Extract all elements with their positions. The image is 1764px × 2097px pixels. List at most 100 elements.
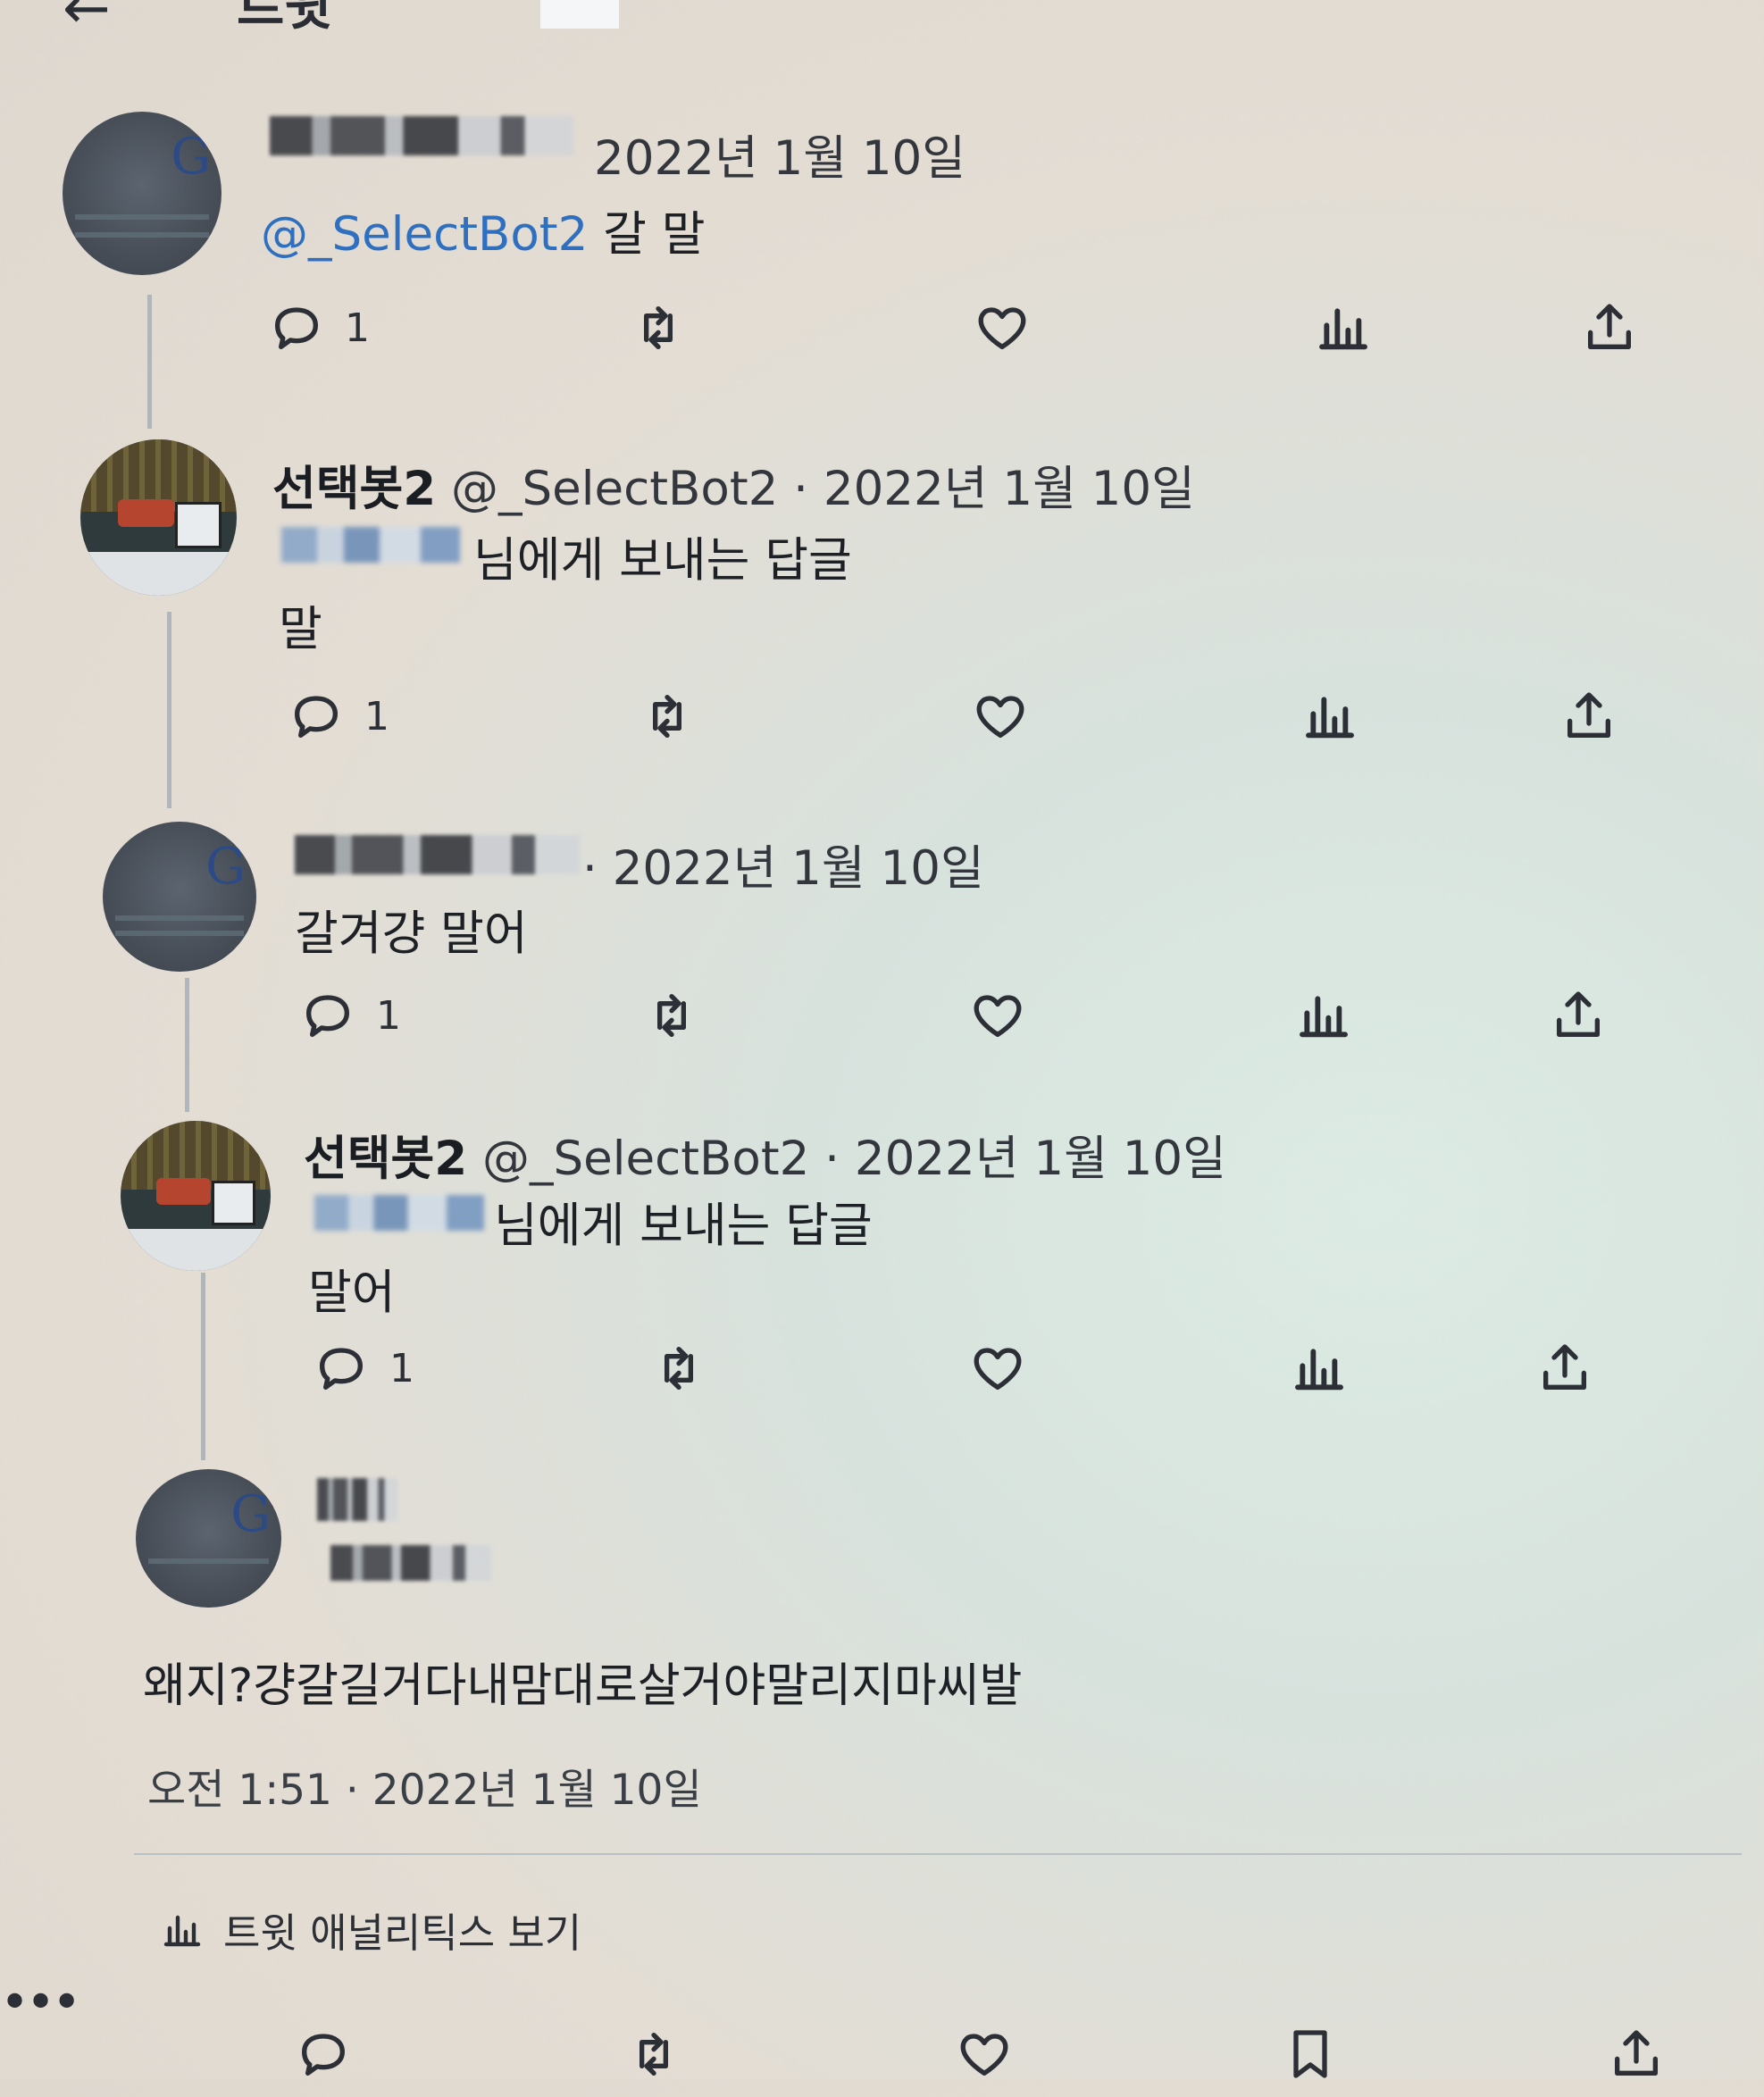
- redacted-username: [281, 527, 460, 563]
- retweet-icon: [630, 299, 687, 356]
- avatar-glyph: G: [205, 838, 246, 896]
- main-tweet-actions: [295, 2026, 1688, 2097]
- handle-date: @_SelectBot2 · 2022년 1월 10일: [482, 1132, 1226, 1186]
- tweet-body: 말: [279, 602, 322, 656]
- divider: [134, 1853, 1742, 1855]
- views-button[interactable]: [1291, 1340, 1348, 1397]
- share-icon: [1550, 987, 1607, 1044]
- redacted-name: [270, 116, 573, 155]
- views-button[interactable]: [1295, 987, 1352, 1044]
- bookmark-icon: [1282, 2026, 1339, 2083]
- like-icon: [972, 688, 1029, 745]
- views-button[interactable]: [1315, 299, 1372, 356]
- tweet-meta: 선택봇2 @_SelectBot2 · 2022년 1월 10일: [272, 451, 1195, 519]
- page-title: 트윗: [237, 0, 332, 37]
- like-icon: [956, 2026, 1013, 2083]
- reply-button[interactable]: 1: [288, 688, 389, 745]
- reply-to-label: 님에게 보내는 답글: [494, 1199, 873, 1253]
- tweet-actions: 1: [268, 299, 1661, 371]
- retweet-button[interactable]: [643, 987, 700, 1044]
- reply-count: 1: [345, 305, 370, 351]
- reply-button[interactable]: 1: [299, 987, 401, 1044]
- reply-icon: [268, 299, 325, 356]
- reply-button[interactable]: [295, 2026, 352, 2083]
- retweet-icon: [639, 688, 696, 745]
- like-button[interactable]: [956, 2026, 1013, 2083]
- reply-icon: [295, 2026, 352, 2083]
- main-tweet-text: 왜지?걍갈길거다내맘대로살거야말리지마씨발: [143, 1659, 1023, 1713]
- views-icon: [1315, 299, 1372, 356]
- reply-count: 1: [389, 1345, 414, 1391]
- avatar[interactable]: G: [63, 112, 222, 275]
- reply-icon: [299, 987, 356, 1044]
- avatar-glyph: G: [230, 1485, 271, 1543]
- handle-date: @_SelectBot2 · 2022년 1월 10일: [451, 462, 1195, 516]
- redacted-handle: [330, 1545, 491, 1581]
- retweet-button[interactable]: [630, 299, 687, 356]
- share-button[interactable]: [1536, 1340, 1593, 1397]
- share-icon: [1608, 2026, 1665, 2083]
- display-name[interactable]: 선택봇2: [272, 462, 436, 516]
- tweet-actions: 1: [288, 688, 1645, 759]
- share-icon: [1536, 1340, 1593, 1397]
- like-icon: [974, 299, 1031, 356]
- thread-line: [147, 295, 152, 429]
- avatar-glyph: G: [171, 128, 211, 186]
- retweet-button[interactable]: [639, 688, 696, 745]
- share-button[interactable]: [1608, 2026, 1665, 2083]
- bookmark-button[interactable]: [1282, 2026, 1339, 2083]
- reply-button[interactable]: 1: [313, 1340, 414, 1397]
- header-decoration: [540, 0, 619, 29]
- tweet-actions: 1: [313, 1340, 1634, 1411]
- more-menu-icon[interactable]: •••: [0, 1974, 81, 2032]
- avatar[interactable]: [80, 439, 237, 596]
- reply-count: 1: [376, 992, 401, 1039]
- tweet-body: 갈 말: [603, 207, 706, 262]
- back-arrow-icon[interactable]: ←: [63, 0, 111, 38]
- tweet-meta: 선택봇2 @_SelectBot2 · 2022년 1월 10일: [304, 1121, 1226, 1189]
- like-button[interactable]: [974, 299, 1031, 356]
- like-icon: [969, 1340, 1026, 1397]
- like-button[interactable]: [972, 688, 1029, 745]
- views-icon: [1291, 1340, 1348, 1397]
- share-button[interactable]: [1550, 987, 1607, 1044]
- views-button[interactable]: [1301, 688, 1359, 745]
- retweet-icon: [643, 987, 700, 1044]
- like-button[interactable]: [969, 987, 1026, 1044]
- share-button[interactable]: [1560, 688, 1618, 745]
- share-icon: [1560, 688, 1618, 745]
- thread-line: [201, 1273, 205, 1460]
- tweet-body: 말어: [308, 1266, 396, 1320]
- tweet-meta: 2022년 1월 10일: [594, 131, 966, 186]
- reply-to-label: 님에게 보내는 답글: [473, 533, 852, 588]
- analytics-label: 트윗 애널리틱스 보기: [223, 1909, 582, 1957]
- share-icon: [1581, 299, 1638, 356]
- share-button[interactable]: [1581, 299, 1638, 356]
- avatar[interactable]: G: [136, 1469, 281, 1608]
- reply-icon: [313, 1340, 370, 1397]
- thread-line: [185, 978, 189, 1112]
- tweet-analytics-link[interactable]: 트윗 애널리틱스 보기: [161, 1901, 581, 1959]
- redacted-name: [317, 1478, 397, 1521]
- redacted-username: [314, 1195, 484, 1231]
- reply-count: 1: [364, 693, 389, 739]
- like-button[interactable]: [969, 1340, 1026, 1397]
- retweet-button[interactable]: [625, 2026, 682, 2083]
- avatar[interactable]: [121, 1121, 271, 1271]
- main-tweet-timestamp[interactable]: 오전 1:51 · 2022년 1월 10일: [147, 1755, 702, 1817]
- display-name[interactable]: 선택봇2: [304, 1132, 467, 1186]
- tweet-actions: 1: [299, 987, 1639, 1058]
- analytics-icon: [161, 1909, 204, 1951]
- redacted-name: [295, 835, 581, 874]
- retweet-icon: [625, 2026, 682, 2083]
- mention-link[interactable]: @_SelectBot2: [261, 207, 588, 262]
- tweet-meta: · 2022년 1월 10일: [582, 841, 984, 896]
- reply-icon: [288, 688, 345, 745]
- tweet-text: @_SelectBot2 갈 말: [261, 196, 706, 264]
- like-icon: [969, 987, 1026, 1044]
- avatar[interactable]: G: [103, 822, 256, 972]
- retweet-button[interactable]: [650, 1340, 707, 1397]
- reply-button[interactable]: 1: [268, 299, 370, 356]
- views-icon: [1295, 987, 1352, 1044]
- thread-line: [167, 612, 171, 808]
